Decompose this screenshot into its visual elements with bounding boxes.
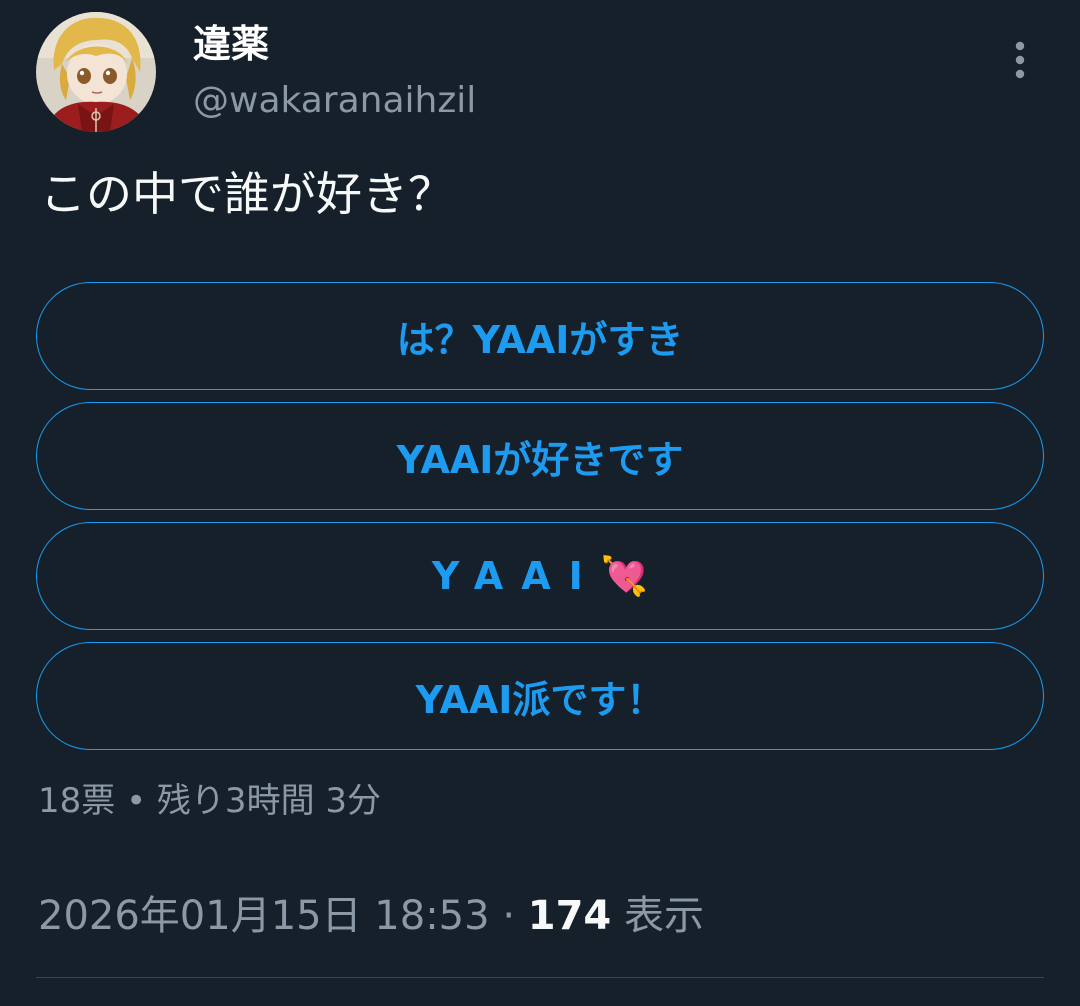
poll: は？YAAIがすき YAAIが好きです YAAI 💘 YAAI派です！ xyxy=(36,282,1044,762)
divider xyxy=(36,977,1044,978)
more-vertical-icon xyxy=(1015,41,1025,79)
tweet-timestamp[interactable]: 2026年01月15日 18:53 xyxy=(38,893,490,939)
poll-option-3[interactable]: YAAI 💘 xyxy=(36,522,1044,630)
avatar[interactable] xyxy=(36,12,156,132)
author-handle[interactable]: @wakaranaihzil xyxy=(193,76,476,126)
poll-option-4[interactable]: YAAI派です！ xyxy=(36,642,1044,750)
tweet-footer: 2026年01月15日 18:53 · 174 表示 xyxy=(38,888,704,944)
avatar-image xyxy=(36,12,156,132)
more-options-button[interactable] xyxy=(996,36,1044,84)
heart-with-arrow-icon: 💘 xyxy=(600,553,649,598)
tweet-text: この中で誰が好き？ xyxy=(40,167,454,221)
poll-option-label: YAAIが好きです xyxy=(396,437,684,482)
views-count[interactable]: 174 xyxy=(528,893,612,939)
author-display-name[interactable]: 違薬 xyxy=(193,18,269,70)
poll-option-label: は？YAAIがすき xyxy=(396,317,684,362)
poll-option-1[interactable]: は？YAAIがすき xyxy=(36,282,1044,390)
poll-option-2[interactable]: YAAIが好きです xyxy=(36,402,1044,510)
separator-dot: · xyxy=(502,893,516,939)
poll-meta: 18票 • 残り3時間 3分 xyxy=(38,781,382,821)
views-label: 表示 xyxy=(623,893,704,939)
poll-option-label: YAAI派です！ xyxy=(415,677,665,722)
poll-option-label: YAAI xyxy=(431,554,601,598)
